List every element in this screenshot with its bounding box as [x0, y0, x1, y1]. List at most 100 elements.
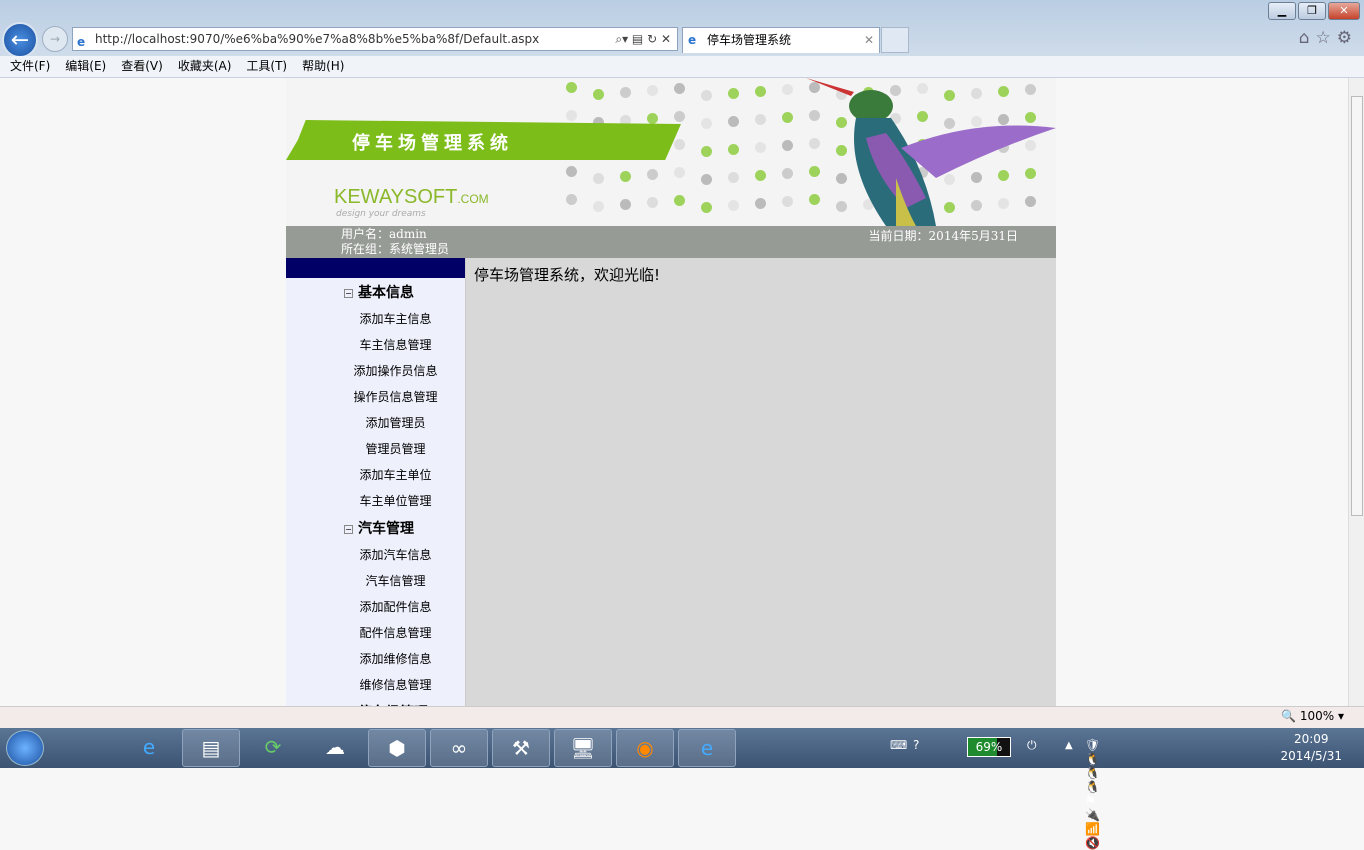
decor-dot: [782, 140, 793, 151]
sidebar-link[interactable]: 添加维修信息: [286, 646, 465, 672]
gear-icon[interactable]: ⚙: [1337, 28, 1358, 48]
header-banner: 停车场管理系统 KEWAYSOFT.COM design your dreams: [286, 78, 1056, 226]
collapse-icon[interactable]: −: [344, 525, 353, 534]
decor-dot: [782, 196, 793, 207]
decor-dot: [674, 139, 685, 150]
new-tab-button[interactable]: [881, 27, 909, 53]
minimize-button[interactable]: ▁: [1268, 2, 1296, 20]
scrollbar-thumb[interactable]: [1351, 96, 1363, 516]
favorites-star-icon[interactable]: ☆: [1316, 28, 1337, 48]
zoom-control[interactable]: 🔍 100% ▾: [1281, 709, 1344, 723]
menu-help[interactable]: 帮助(H): [302, 59, 344, 73]
decor-dot: [620, 171, 631, 182]
help-icon[interactable]: ?: [913, 738, 919, 752]
sidebar-link[interactable]: 添加车主单位: [286, 462, 465, 488]
group-label: 所在组：系统管理员: [341, 242, 450, 256]
decor-dot: [647, 197, 658, 208]
system-title: 停车场管理系统: [352, 133, 513, 154]
decor-dot: [755, 198, 766, 209]
taskbar-ie-icon[interactable]: e: [120, 729, 178, 767]
sidebar-group[interactable]: − 汽车管理: [286, 516, 465, 542]
decor-dot: [701, 146, 712, 157]
decor-dot: [674, 167, 685, 178]
sidebar-link[interactable]: 操作员信息管理: [286, 384, 465, 410]
close-window-button[interactable]: ✕: [1328, 2, 1360, 20]
power-plug-icon[interactable]: ⏻: [1027, 738, 1037, 753]
address-tools-icons[interactable]: ⌕▾ ▤ ↻ ✕: [615, 28, 671, 50]
decor-dot: [755, 86, 766, 97]
decor-dot: [782, 112, 793, 123]
menu-tools[interactable]: 工具(T): [246, 59, 287, 73]
taskbar: e ▤ ⟳ ☁ ⬢ ∞ ⚒ 🖥 ◉ e ⌨ ? 69% ⏻ ▲ 🛡🐧🐧🐧⚑🔌📶🔇…: [0, 728, 1364, 850]
show-hidden-icons[interactable]: ▲: [1065, 740, 1073, 751]
sidebar-link[interactable]: 添加汽车信息: [286, 542, 465, 568]
restore-button[interactable]: ❐: [1298, 2, 1326, 20]
decor-dot: [620, 199, 631, 210]
decor-dot: [566, 82, 577, 93]
decor-dot: [728, 172, 739, 183]
home-icon[interactable]: ⌂: [1299, 28, 1316, 48]
taskbar-explorer-icon[interactable]: ▤: [182, 729, 240, 767]
sidebar-link[interactable]: 配件信息管理: [286, 620, 465, 646]
decor-dot: [647, 169, 658, 180]
taskbar-cloud-icon[interactable]: ☁: [306, 729, 364, 767]
decor-dot: [593, 89, 604, 100]
title-ribbon: 停车场管理系统: [286, 120, 681, 160]
decor-dot: [728, 144, 739, 155]
address-bar[interactable]: e http://localhost:9070/%e6%ba%90%e7%a8%8…: [72, 27, 678, 51]
page-container: 停车场管理系统 KEWAYSOFT.COM design your dreams…: [286, 78, 1056, 706]
vertical-scrollbar[interactable]: [1348, 78, 1364, 706]
clock[interactable]: 20:09 2014/5/31: [1280, 731, 1342, 765]
sidebar-link[interactable]: 管理员管理: [286, 436, 465, 462]
sidebar-link[interactable]: 汽车信管理: [286, 568, 465, 594]
taskbar-vs-icon[interactable]: ∞: [430, 729, 488, 767]
tray-app-icons[interactable]: 🛡🐧🐧🐧⚑🔌📶🔇: [1085, 738, 1106, 850]
start-button[interactable]: [6, 730, 44, 766]
taskbar-app-icon[interactable]: ⟳: [244, 729, 302, 767]
decor-dot: [566, 166, 577, 177]
decor-dot: [701, 90, 712, 101]
tab-active[interactable]: e 停车场管理系统 ✕: [682, 27, 880, 53]
taskbar-ie-active-icon[interactable]: e: [678, 729, 736, 767]
sidebar-link[interactable]: 车主信息管理: [286, 332, 465, 358]
menu-view[interactable]: 查看(V): [121, 59, 163, 73]
sidebar-link[interactable]: 添加操作员信息: [286, 358, 465, 384]
url-text[interactable]: http://localhost:9070/%e6%ba%90%e7%a8%8b…: [95, 32, 539, 46]
tab-title: 停车场管理系统: [707, 33, 792, 47]
decor-dot: [647, 113, 658, 124]
decor-dot: [755, 114, 766, 125]
sidebar-group[interactable]: − 基本信息: [286, 280, 465, 306]
current-date: 当前日期：2014年5月31日: [868, 229, 1018, 243]
taskbar-firefox-icon[interactable]: ◉: [616, 729, 674, 767]
sidebar-link[interactable]: 添加车主信息: [286, 306, 465, 332]
decor-dot: [566, 194, 577, 205]
ie-icon: e: [688, 33, 697, 47]
taskbar-box-icon[interactable]: ⬢: [368, 729, 426, 767]
sidebar-link[interactable]: 维修信息管理: [286, 672, 465, 698]
sidebar-link[interactable]: 添加管理员: [286, 410, 465, 436]
user-info-bar: 用户名：admin 所在组：系统管理员 当前日期：2014年5月31日: [286, 226, 1056, 258]
sidebar-link[interactable]: 车主单位管理: [286, 488, 465, 514]
decor-dot: [728, 200, 739, 211]
hummingbird-image: [806, 78, 1056, 226]
taskbar-tools-icon[interactable]: ⚒: [492, 729, 550, 767]
back-button[interactable]: ←: [2, 22, 38, 58]
taskbar-computer-icon[interactable]: 🖥: [554, 729, 612, 767]
menu-file[interactable]: 文件(F): [10, 59, 50, 73]
page-viewport: 停车场管理系统 KEWAYSOFT.COM design your dreams…: [0, 78, 1348, 706]
decor-dot: [701, 174, 712, 185]
decor-dot: [593, 201, 604, 212]
username-label: 用户名：admin: [341, 227, 427, 241]
collapse-icon[interactable]: −: [344, 289, 353, 298]
sidebar-link[interactable]: 添加配件信息: [286, 594, 465, 620]
forward-button[interactable]: →: [42, 26, 68, 52]
keyboard-icon[interactable]: ⌨: [890, 738, 907, 752]
decor-dot: [782, 84, 793, 95]
tab-close-icon[interactable]: ✕: [864, 28, 874, 52]
status-bar: 🔍 100% ▾: [0, 706, 1364, 728]
menu-favorites[interactable]: 收藏夹(A): [178, 59, 232, 73]
decor-dot: [701, 202, 712, 213]
menu-edit[interactable]: 编辑(E): [65, 59, 106, 73]
battery-indicator[interactable]: 69%: [967, 737, 1011, 757]
decor-dot: [674, 83, 685, 94]
